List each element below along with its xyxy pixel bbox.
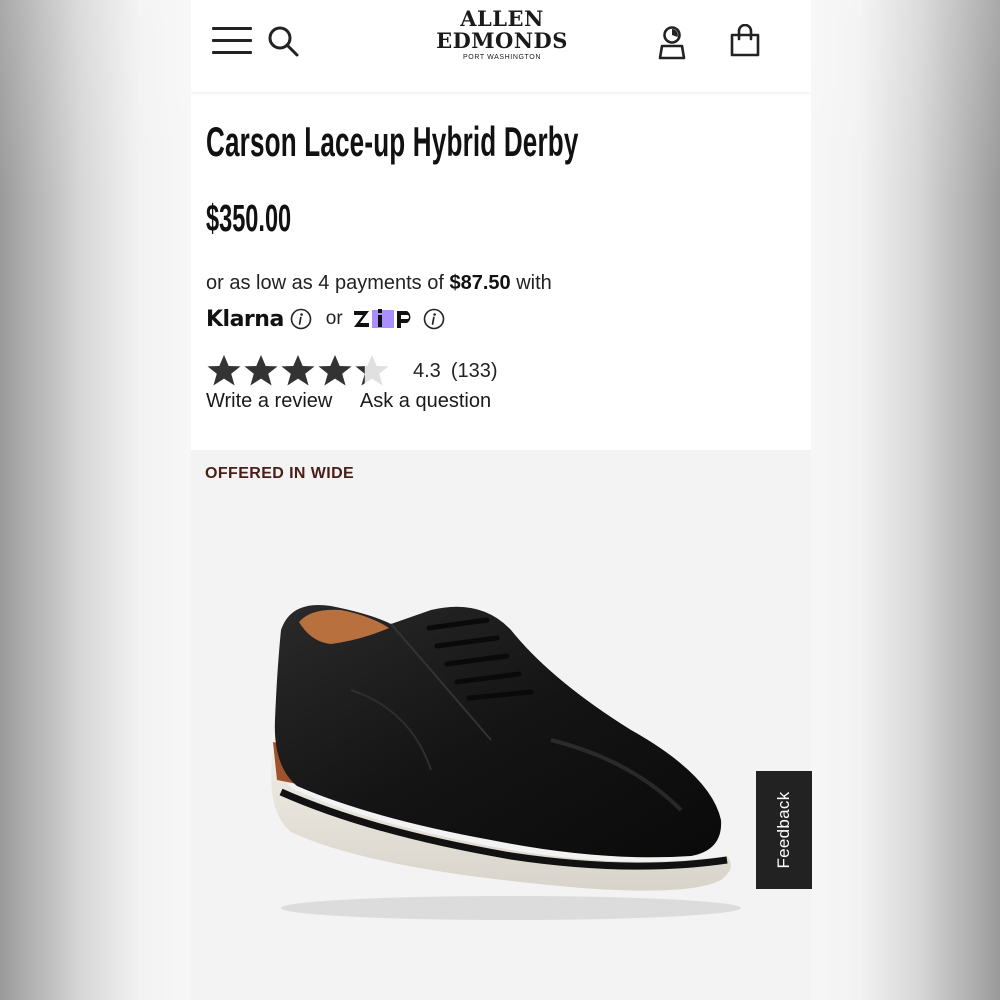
- zip-logo[interactable]: [353, 307, 417, 331]
- menu-icon[interactable]: [212, 24, 252, 56]
- write-review-link[interactable]: Write a review: [206, 390, 332, 412]
- or-label: or: [325, 308, 343, 329]
- product-page: ALLEN EDMONDS PORT WASHINGTON Carson Lac…: [191, 0, 811, 1000]
- review-links: Write a review Ask a question: [206, 390, 491, 413]
- star-icon: [355, 355, 389, 386]
- shoe-image[interactable]: [251, 570, 751, 930]
- account-icon[interactable]: [657, 25, 687, 61]
- star-icon: [244, 355, 278, 386]
- brand-tagline: PORT WASHINGTON: [463, 54, 541, 61]
- rating-value: 4.3: [413, 359, 441, 382]
- offered-in-wide-badge: OFFERED IN WIDE: [205, 465, 355, 482]
- star-icon: [281, 355, 315, 386]
- site-header: ALLEN EDMONDS PORT WASHINGTON: [191, 0, 811, 92]
- brand-name-line1: ALLEN: [460, 6, 544, 31]
- brand-name-line2: EDMONDS: [436, 28, 568, 53]
- installments-amount: $87.50: [449, 272, 511, 294]
- star-rating: [206, 353, 391, 389]
- star-icon: [207, 355, 241, 386]
- product-price: $350.00: [206, 198, 292, 240]
- ask-question-link[interactable]: Ask a question: [360, 390, 491, 412]
- installments-prefix: or as low as 4 payments of: [206, 272, 444, 294]
- feedback-label: Feedback: [774, 791, 793, 869]
- installments-text: or as low as 4 payments of $87.50 with: [206, 272, 552, 295]
- payment-options: Klarna or: [206, 305, 445, 333]
- feedback-tab[interactable]: Feedback: [756, 771, 812, 889]
- zip-info-icon[interactable]: [423, 308, 445, 330]
- klarna-info-icon[interactable]: [290, 308, 312, 330]
- product-title: Carson Lace-up Hybrid Derby: [206, 118, 579, 165]
- klarna-logo[interactable]: Klarna: [206, 307, 284, 332]
- rating-summary[interactable]: 4.3 (133): [206, 353, 498, 389]
- review-count[interactable]: (133): [451, 360, 498, 383]
- brand-logo[interactable]: ALLEN EDMONDS PORT WASHINGTON: [427, 6, 577, 62]
- installments-suffix: with: [516, 272, 552, 294]
- star-icon: [318, 355, 352, 386]
- search-icon[interactable]: [266, 24, 300, 58]
- shopping-bag-icon[interactable]: [728, 23, 762, 58]
